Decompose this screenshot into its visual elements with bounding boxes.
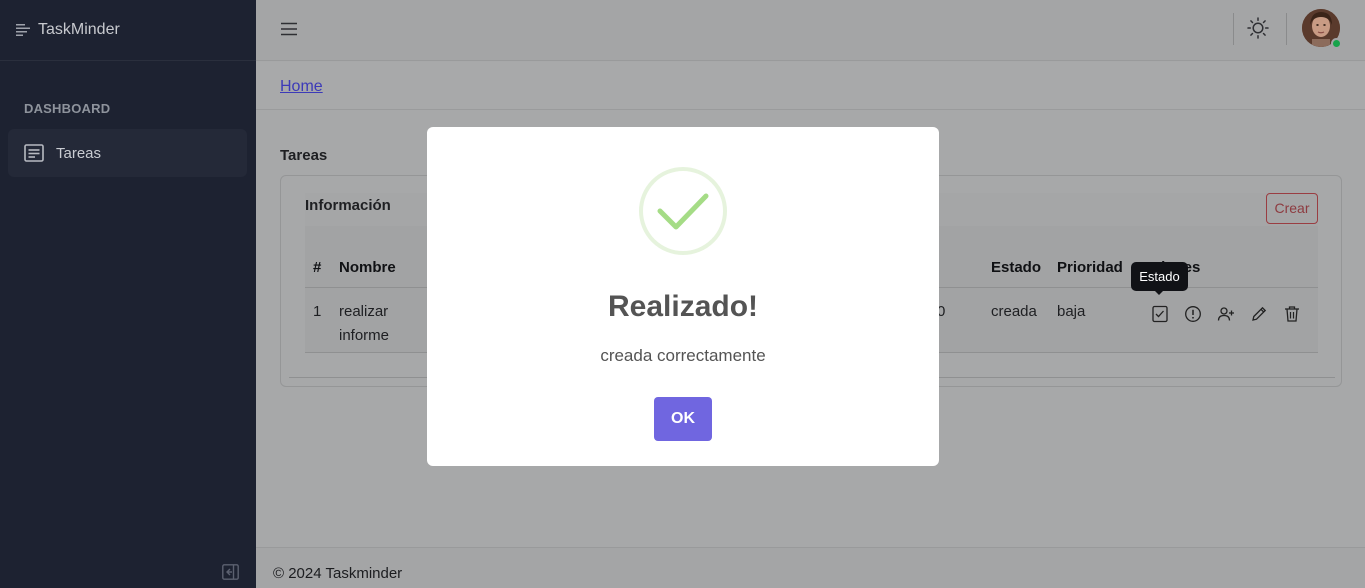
sidebar-item-tareas[interactable]: Tareas [8,129,247,177]
page-footer: © 2024 Taskminder [256,547,1365,588]
list-icon [24,144,44,162]
column-header-nombre: Nombre [339,259,396,276]
tooltip-arrow [1154,290,1164,295]
brand-name: TaskMinder [38,21,120,38]
breadcrumb: Home [256,62,1365,110]
brand-logo-icon [16,24,30,36]
ok-button[interactable]: OK [654,397,712,441]
status-icon[interactable] [1151,305,1169,323]
create-task-button[interactable]: Crear [1266,193,1318,224]
delete-icon[interactable] [1283,305,1301,323]
column-header-estado: Estado [991,259,1042,276]
breadcrumb-home-link[interactable]: Home [280,78,323,96]
sidebar-item-label: Tareas [56,144,102,162]
brand[interactable]: TaskMinder [0,0,256,61]
add-user-icon[interactable] [1217,305,1235,323]
sidebar-section-label: DASHBOARD [24,101,111,116]
cell-nombre: realizar informe [339,303,390,344]
collapse-sidebar-icon[interactable] [222,564,239,580]
footer-copyright: © 2024 Taskminder [273,565,403,582]
dialog-message: creada correctamente [600,346,766,365]
tooltip-estado: Estado [1131,262,1188,291]
column-header-number: # [313,259,322,276]
header-divider [1233,13,1234,45]
cell-estado: creada [991,303,1037,320]
cell-number: 1 [313,303,322,320]
online-status-indicator [1331,38,1342,49]
cell-prioridad: baja [1057,303,1086,320]
column-header-prioridad: Prioridad [1057,259,1123,276]
success-check-icon [639,167,727,255]
header-divider [1286,13,1287,45]
sidebar: TaskMinder DASHBOARD Tareas [0,0,256,588]
info-icon[interactable] [1184,305,1202,323]
page-title: Tareas [280,147,328,164]
hamburger-menu-icon[interactable] [280,20,298,38]
card-title: Información [305,197,391,214]
dialog-title: Realizado! [607,290,759,323]
edit-icon[interactable] [1250,305,1268,323]
theme-toggle-sun-icon[interactable] [1247,17,1269,39]
top-header [256,0,1365,61]
success-dialog: Realizado! creada correctamente OK [427,127,939,466]
